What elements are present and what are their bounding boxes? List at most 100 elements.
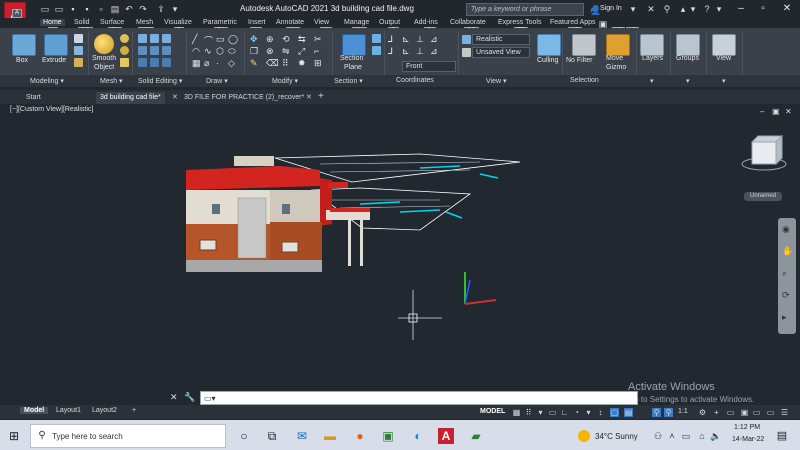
lineweight-icon[interactable]: ▤ xyxy=(624,408,633,417)
stretch-icon[interactable]: ✎ xyxy=(250,58,258,69)
save-icon[interactable]: ▪ xyxy=(68,4,78,14)
saved-view-dropdown[interactable]: Unsaved View xyxy=(472,47,530,58)
panel-solid-editing[interactable]: Solid Editing ▾ xyxy=(138,77,182,85)
keyword-search-input[interactable]: Type a keyword or phrase xyxy=(466,3,584,16)
new-tab-plus-icon[interactable]: + xyxy=(318,91,324,102)
thicken-icon[interactable] xyxy=(162,46,171,55)
auto-scale-icon[interactable]: ⚲ xyxy=(664,408,673,417)
sign-in-dropdown-icon[interactable]: ▾ xyxy=(628,4,638,14)
tab-manage[interactable]: Manage xyxy=(344,19,369,26)
redo-icon[interactable]: ↷ xyxy=(138,4,148,14)
help-dropdown-icon[interactable]: ▾ xyxy=(714,4,724,14)
new-file-icon[interactable]: ▭ xyxy=(40,4,50,14)
close-window-button[interactable]: ✕ xyxy=(778,2,796,16)
extrude-button[interactable] xyxy=(44,34,68,56)
groups-button[interactable] xyxy=(676,34,700,56)
annotation-monitor-icon[interactable]: + xyxy=(712,408,721,417)
save-as-icon[interactable]: ▪ xyxy=(82,4,92,14)
ellipse-icon[interactable]: ⬭ xyxy=(228,46,236,57)
tab-collaborate[interactable]: Collaborate xyxy=(450,19,486,26)
showmotion-icon[interactable]: ▸ xyxy=(782,312,787,323)
infer-constraints-icon[interactable]: ▭ xyxy=(548,408,557,417)
no-filter-button[interactable] xyxy=(572,34,596,56)
smooth-less-icon[interactable] xyxy=(120,46,129,55)
view-front-dropdown[interactable]: Front xyxy=(402,61,456,72)
ucs-object-icon[interactable]: ⊾ xyxy=(402,46,410,57)
panel-coordinates[interactable]: Coordinates xyxy=(396,77,434,84)
model-space-canvas[interactable] xyxy=(0,104,800,404)
rectangle-icon[interactable]: ▭ xyxy=(216,34,225,45)
autodesk-app-store-icon[interactable]: ✕ xyxy=(646,4,656,14)
scale-icon[interactable]: ⤢ xyxy=(298,46,305,57)
erase-icon[interactable]: ⌫ xyxy=(266,58,279,69)
units-icon[interactable]: ▭ xyxy=(726,408,735,417)
ucs-view-icon[interactable]: ⊥ xyxy=(416,46,424,57)
close-tab-icon[interactable]: ✕ xyxy=(172,93,178,101)
ortho-icon[interactable]: ∟ xyxy=(560,408,569,417)
ucs-world-icon[interactable]: ⊾ xyxy=(402,34,410,45)
tab-model[interactable]: Model xyxy=(20,407,49,414)
help-icon[interactable]: ? xyxy=(702,4,712,14)
model-space-toggle[interactable]: MODEL xyxy=(480,408,505,415)
tab-3d-file-for-practice[interactable]: 3D FILE FOR PRACTICE (2)_recover* xyxy=(180,92,308,104)
tab-view[interactable]: View xyxy=(314,19,329,26)
steering-wheel-icon[interactable]: ◉ xyxy=(782,224,790,235)
volume-icon[interactable]: 🔈 xyxy=(708,428,724,444)
panel-selection[interactable]: Selection xyxy=(570,77,599,84)
a360-icon[interactable]: ⚲ xyxy=(662,4,672,14)
open-file-icon[interactable]: ▭ xyxy=(54,4,64,14)
imprint-icon[interactable] xyxy=(150,58,159,67)
workspace-gear-icon[interactable]: ⚙ xyxy=(698,408,707,417)
loft-icon[interactable] xyxy=(74,46,83,55)
copy-icon[interactable]: ❐ xyxy=(250,46,258,57)
subtract-icon[interactable] xyxy=(150,34,159,43)
culling-button[interactable] xyxy=(537,34,561,56)
grid-icon[interactable]: ▦ xyxy=(512,408,521,417)
saved-view-icon[interactable] xyxy=(462,48,471,57)
tab-express-tools[interactable]: Express Tools xyxy=(498,19,541,26)
align-icon[interactable]: ⇆ xyxy=(298,34,306,45)
tab-annotate[interactable]: Annotate xyxy=(276,19,304,26)
wcs-menu[interactable]: Unnamed xyxy=(744,192,782,201)
undo-icon[interactable]: ↶ xyxy=(124,4,134,14)
circle-icon[interactable]: ◯ xyxy=(228,34,238,45)
video-player-icon[interactable]: ▰ xyxy=(468,428,484,444)
command-line-input[interactable] xyxy=(200,391,638,405)
visual-style-icon[interactable] xyxy=(462,35,471,44)
fillet-icon[interactable]: ⌐ xyxy=(314,46,319,56)
orbit-icon[interactable]: ⟳ xyxy=(782,290,790,301)
offset-icon[interactable]: ⊞ xyxy=(314,58,322,69)
weather-text[interactable]: 34°C Sunny xyxy=(595,432,638,441)
smooth-more-icon[interactable] xyxy=(120,34,129,43)
tab-layout2[interactable]: Layout2 xyxy=(88,407,121,414)
interfere-icon[interactable] xyxy=(138,46,147,55)
photos-app-icon[interactable]: ▣ xyxy=(380,428,396,444)
panel-view2-expander[interactable]: ▾ xyxy=(722,77,726,85)
spline-icon[interactable]: ∿ xyxy=(204,46,212,57)
object-snap-tracking-icon[interactable]: ↕ xyxy=(596,408,605,417)
view-button[interactable] xyxy=(712,34,736,56)
annotation-scale-dropdown[interactable]: 1:1 xyxy=(678,408,688,415)
clock-date[interactable]: 14-Mar-22 xyxy=(732,436,764,443)
viewcube[interactable] xyxy=(741,134,787,171)
minimize-button[interactable]: – xyxy=(732,2,750,16)
command-line-close-icon[interactable]: ✕ xyxy=(170,392,178,403)
panel-modeling[interactable]: Modeling ▾ xyxy=(30,77,64,85)
ucs-x-icon[interactable]: ⊿ xyxy=(430,34,438,45)
tab-parametric[interactable]: Parametric xyxy=(203,19,237,26)
2d-object-snap-icon[interactable]: ▢ xyxy=(610,408,619,417)
sweep-icon[interactable] xyxy=(74,58,83,67)
ucs-face-icon[interactable]: ⅃ xyxy=(388,46,393,57)
zoom-icon[interactable]: ⌕ xyxy=(782,268,787,279)
clean-screen-icon[interactable]: ▭ xyxy=(752,408,761,417)
windows-start-icon[interactable]: ⊞ xyxy=(6,428,22,444)
close-tab-icon[interactable]: ✕ xyxy=(306,93,312,101)
tab-solid[interactable]: Solid xyxy=(74,19,90,26)
extract-edges-icon[interactable] xyxy=(138,58,147,67)
add-layout-plus-icon[interactable]: + xyxy=(128,407,140,414)
tab-visualize[interactable]: Visualize xyxy=(164,19,192,26)
rotate-icon[interactable]: ⟲ xyxy=(282,34,290,45)
smooth-object-button[interactable] xyxy=(94,34,114,54)
trim-icon[interactable]: ✂ xyxy=(314,34,322,45)
3d-move-icon[interactable]: ⊕ xyxy=(266,34,274,45)
